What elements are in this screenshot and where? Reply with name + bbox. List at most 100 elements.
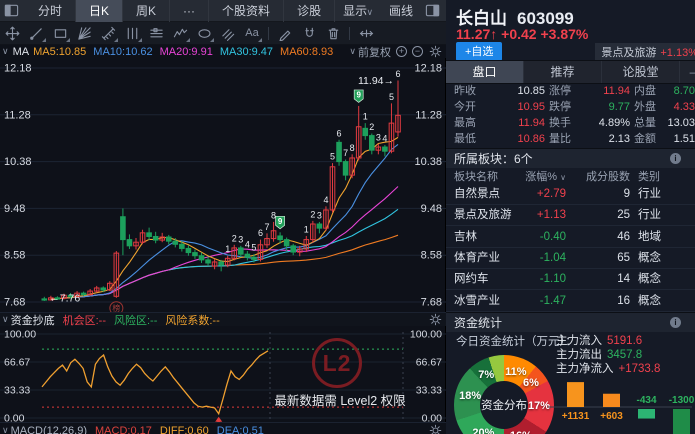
measure-tool-icon[interactable] (96, 22, 120, 45)
quote-value: 8.70万 (638, 84, 695, 99)
expand-tool-icon[interactable] (354, 22, 378, 45)
ma-legend-row: ∨ MA MA5:10.85MA10:10.62MA20:9.91MA30:9.… (0, 45, 446, 58)
quote-value: 10.85 (493, 84, 545, 99)
sector-count: 14 (574, 269, 630, 290)
collapse-macd-icon[interactable]: ∨ (2, 425, 9, 434)
gann-fan-tool-icon[interactable] (72, 22, 96, 45)
sector-row[interactable]: 网约车-1.1014概念 (446, 269, 695, 290)
stock-app-window: 分时日K周K···个股资料诊股 显示 ∨ 画线 Aa ∨ MA MA5:10.8… (0, 0, 695, 434)
chart-period-tab[interactable]: ··· (170, 0, 209, 22)
collapse-left-panel-icon[interactable] (4, 3, 21, 18)
indicator-field-label: MACD:0.17 (95, 425, 152, 434)
parallel-lines-tool-icon[interactable] (216, 22, 240, 45)
sequence-9-badge: 9 (354, 90, 363, 103)
quote-row: 最高11.94换手4.89%总量13.03万 (446, 116, 695, 131)
sequence-mark: 4 (245, 240, 250, 250)
sequence-mark: 7 (264, 222, 269, 232)
panel-tab[interactable]: 推荐 (524, 61, 602, 83)
flow-bar-label: -1300 (669, 395, 695, 406)
quote-label: 最低 (454, 132, 476, 147)
sectors-header: 所属板块：6个 i (446, 148, 695, 168)
donut-slice-label: 6% (523, 377, 539, 389)
panel-tab[interactable]: 论股堂 (602, 61, 680, 83)
ma-line (51, 187, 398, 299)
quote-value: 10.95 (493, 100, 545, 115)
wave-tool-icon[interactable] (168, 22, 192, 45)
flow-bar-label: -434 (636, 395, 656, 406)
price-annotation: ←7.76 (49, 292, 80, 304)
collapse-indicator-icon[interactable]: ∨ (2, 314, 9, 325)
ellipse-tool-icon[interactable] (192, 22, 216, 45)
collapse-right-panel-icon[interactable] (425, 3, 442, 18)
sequence-mark: 6 (258, 228, 263, 238)
sectors-column-headers: 板块名称涨幅% ∨成分股数类别 (446, 168, 695, 184)
flow-bar (673, 409, 690, 434)
rect-tool-icon[interactable] (48, 22, 72, 45)
chart-period-tab[interactable]: 个股资料 (209, 0, 284, 22)
y-axis-label: 8.58 (421, 250, 442, 262)
quote-value: 11.94 (578, 84, 630, 99)
draw-line-button[interactable]: 画线 (381, 0, 421, 22)
sector-row[interactable]: 自然景点+2.799行业 (446, 184, 695, 205)
chevron-down-icon: ∨ (349, 46, 356, 57)
sector-row[interactable]: 景点及旅游+1.1325行业 (446, 205, 695, 226)
trendline-tool-icon[interactable] (24, 22, 48, 45)
sector-count: 46 (574, 227, 630, 248)
quote-grid: 昨收10.85涨停11.94内盘8.70万今开10.95跌停9.77外盘4.33… (446, 84, 695, 148)
ma-value-label: MA20:9.91 (160, 46, 213, 58)
chart-period-tab[interactable]: 分时 (25, 0, 76, 22)
info-icon[interactable]: i (670, 153, 681, 164)
stock-price-row: 11.27↑ +0.42 +3.87% (456, 26, 588, 42)
sequence-mark: 2 (310, 209, 315, 219)
collapse-ma-icon[interactable]: ∨ (2, 46, 9, 57)
panel-tab[interactable]: 盘口 (446, 61, 524, 83)
level2-notice: 最新数据需 Level2 权限 (270, 390, 410, 409)
move-tool-icon[interactable] (0, 22, 24, 45)
price-band-tool-icon[interactable] (144, 22, 168, 45)
y-axis-label: 66.67 (4, 356, 30, 368)
text-tool-icon[interactable]: Aa (240, 22, 264, 45)
fund-flow-bars: +1131+603-434-1300 (540, 330, 695, 434)
chart-period-tab[interactable]: 诊股 (284, 0, 335, 22)
time-zones-tool-icon[interactable] (120, 22, 144, 45)
gear-icon[interactable] (429, 313, 442, 326)
chart-section: 分时日K周K···个股资料诊股 显示 ∨ 画线 Aa ∨ MA MA5:10.8… (0, 0, 446, 434)
info-icon[interactable]: i (670, 317, 681, 328)
brush-tool-icon[interactable] (273, 22, 297, 45)
chart-period-tab[interactable]: 日K (76, 0, 123, 22)
quote-value: 1.51亿 (638, 132, 695, 147)
chart-period-tab[interactable]: 周K (123, 0, 170, 22)
sector-row[interactable]: 冰雪产业-1.4716概念 (446, 291, 695, 312)
sector-type: 地域 (638, 227, 678, 248)
column-header-sort[interactable]: 涨幅% ∨ (508, 168, 566, 184)
display-menu-button[interactable]: 显示 ∨ (335, 0, 381, 22)
price-annotation: 11.94→ (358, 75, 394, 87)
panel-tab-more-icon[interactable]: – (680, 61, 695, 83)
donut-center-label: 资金分布 (481, 397, 527, 413)
sector-row[interactable]: 体育产业-1.0465概念 (446, 248, 695, 269)
add-watchlist-button[interactable]: +自选 (456, 42, 502, 61)
column-header[interactable]: 类别 (638, 168, 678, 184)
quote-panel: 长白山603099 11.27↑ +0.42 +3.87% +自选 景点及旅游+… (446, 0, 695, 434)
delete-tool-icon[interactable] (321, 22, 345, 45)
stock-header: 长白山603099 11.27↑ +0.42 +3.87% +自选 景点及旅游+… (446, 0, 695, 60)
zoom-in-icon[interactable]: + (396, 46, 407, 57)
sector-row[interactable]: 吉林-0.4046地域 (446, 227, 695, 248)
gear-icon[interactable] (429, 45, 442, 58)
sequence-mark: 8 (350, 143, 355, 153)
candlestick-chart[interactable]: 12345678912345678912345611.94→←7.76榜12.1… (0, 58, 446, 312)
quote-value: 4.33万 (638, 100, 695, 115)
sequence-mark: 5 (389, 92, 394, 102)
gear-icon[interactable] (429, 424, 442, 434)
zoom-out-icon[interactable]: − (412, 46, 423, 57)
sequence-mark: 3 (376, 132, 381, 142)
y-axis-label: 0.00 (4, 413, 25, 423)
y-axis-label: 33.33 (4, 385, 30, 397)
sequence-mark: 6 (337, 128, 342, 138)
column-header[interactable]: 成分股数 (574, 168, 630, 184)
magnet-tool-icon[interactable] (297, 22, 321, 45)
sector-count: 9 (574, 184, 630, 205)
y-axis-label: 33.33 (416, 385, 442, 397)
quote-label: 量比 (549, 132, 571, 147)
sequence-mark: 1 (363, 112, 368, 122)
